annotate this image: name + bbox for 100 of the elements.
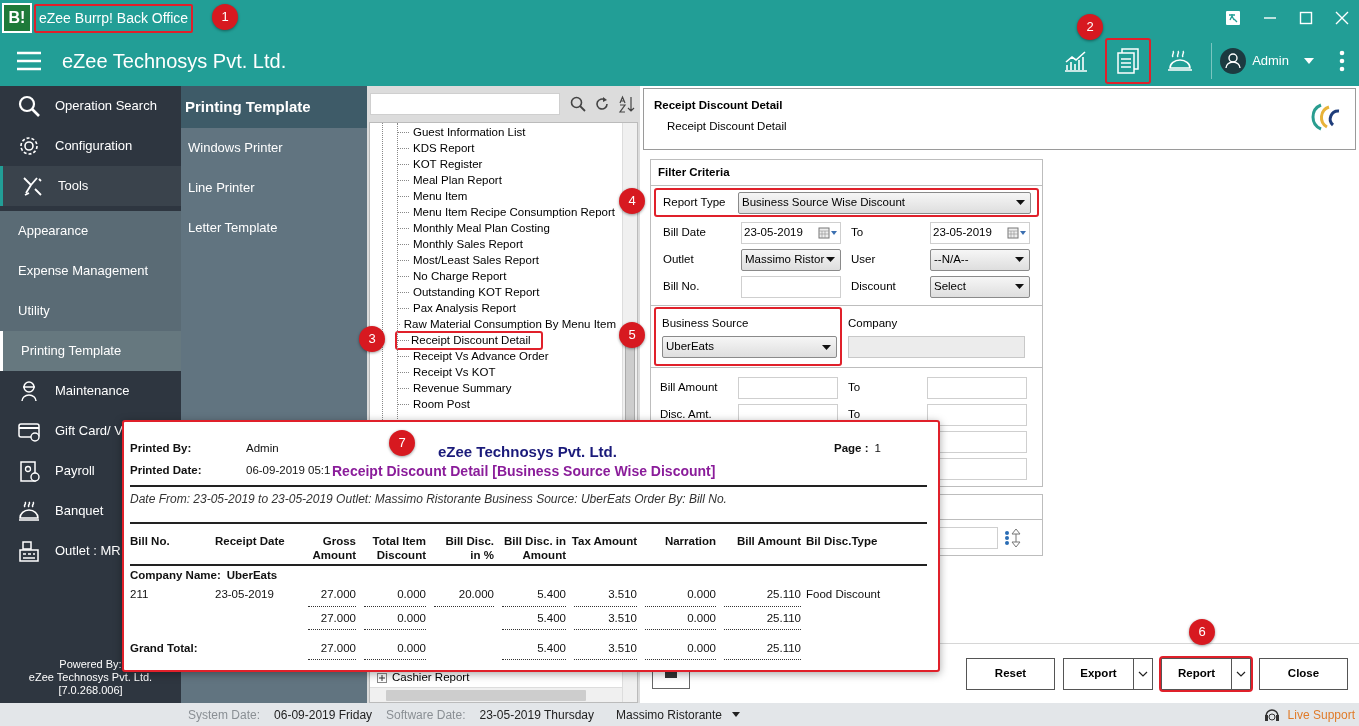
chevron-down-icon	[1138, 670, 1148, 677]
id-card-icon	[18, 460, 40, 482]
sort-icon[interactable]	[618, 95, 636, 113]
outlet-selector[interactable]: Massimo Ristorante	[616, 705, 741, 724]
report-company: eZee Technosys Pvt. Ltd.	[438, 442, 617, 462]
caret-icon	[826, 257, 835, 262]
reorder-icon[interactable]	[1004, 526, 1022, 549]
caret-icon	[1016, 200, 1025, 205]
refresh-icon[interactable]	[594, 96, 610, 112]
report-cell: 25.110	[724, 639, 801, 660]
submenu-item[interactable]: Windows Printer	[181, 128, 367, 168]
calendar-icon	[1007, 226, 1027, 239]
business-source-dropdown[interactable]: UberEats	[662, 336, 837, 358]
footer-text: [7.0.268.006]	[58, 684, 123, 697]
report-cell: 0.000	[364, 639, 426, 660]
caret-icon	[1015, 257, 1024, 262]
report-value: Admin	[246, 441, 279, 456]
dropdown[interactable]: Massimo Ristor	[741, 248, 841, 271]
action-button[interactable]: Close	[1259, 657, 1348, 690]
column-header: Receipt Date	[215, 534, 286, 549]
status-label: System Date:	[188, 706, 261, 724]
submenu-item[interactable]: Line Printer	[181, 168, 367, 208]
input-field[interactable]	[927, 376, 1027, 399]
report-label: Printed Date:	[130, 463, 203, 478]
report-cell-text: 23-05-2019	[215, 587, 275, 603]
date-field[interactable]: 23-05-2019	[741, 221, 841, 244]
column-header: Bill No.	[130, 534, 171, 549]
input-field[interactable]	[738, 376, 838, 399]
report-type-dropdown[interactable]: Business Source Wise Discount	[738, 191, 1031, 214]
more-icon[interactable]	[1339, 50, 1345, 72]
submenu-item[interactable]: Letter Template	[181, 208, 367, 248]
report-heading: Receipt Discount Detail [Business Source Wise Discount]	[332, 462, 716, 481]
sidebar-item[interactable]: Operation Search	[0, 86, 181, 126]
status-value: 06-09-2019 Friday	[274, 706, 373, 724]
field-label: Company	[848, 316, 899, 331]
report-cell-text: 211	[130, 587, 150, 603]
sidebar-item[interactable]: Appearance	[0, 211, 181, 251]
chart-icon	[1063, 49, 1090, 73]
close-icon[interactable]	[1335, 11, 1349, 25]
input-field[interactable]	[741, 275, 841, 298]
caret-icon	[822, 344, 831, 350]
report-subtitle: Receipt Discount Detail	[666, 119, 787, 135]
column-header: Narration	[663, 534, 716, 549]
report-label: Page :	[834, 441, 869, 456]
report-cell: 0.000	[645, 639, 716, 660]
report-cell: 20.000	[434, 586, 494, 607]
document-icon	[1116, 48, 1141, 74]
tree-item[interactable]: Receipt Discount Detail	[395, 330, 543, 350]
status-value: 23-05-2019 Thursday	[479, 706, 594, 724]
cash-register-icon	[18, 540, 40, 562]
sidebar-item[interactable]: Tools	[0, 166, 181, 206]
report-cell: 0.000	[645, 609, 716, 630]
date-field[interactable]: 23-05-2019	[930, 221, 1030, 244]
report-label: Printed By:	[130, 441, 193, 456]
column-header: Bill Amount	[735, 534, 801, 549]
report-criteria: Date From: 23-05-2019 to 23-05-2019 Outlet: Massimo Ristorante Business Source: UberEats Order By: Bill No.	[130, 491, 728, 508]
sidebar-item[interactable]: Configuration	[0, 126, 181, 166]
tree-item[interactable]: Cashier Report	[390, 669, 470, 687]
report-cell: 27.000	[308, 586, 356, 607]
dropdown[interactable]: Select	[930, 275, 1030, 298]
submenu-title: Printing Template	[181, 86, 367, 128]
action-button[interactable]: Reset	[966, 657, 1055, 690]
field-label: To	[851, 224, 865, 240]
sidebar-item[interactable]: Maintenance	[0, 371, 181, 411]
field-label: To	[848, 379, 862, 395]
field-label: Discount	[851, 278, 897, 294]
maximize-icon[interactable]	[1299, 11, 1313, 25]
status-label: Software Date:	[386, 706, 466, 724]
column-header: Tax Amount	[570, 534, 637, 549]
horizontal-scrollbar[interactable]	[370, 687, 622, 702]
report-value: 06-09-2019 05:1	[246, 463, 331, 478]
caret-icon	[1303, 57, 1315, 65]
field-label: Business Source	[662, 316, 750, 331]
toolbar-button[interactable]	[1105, 38, 1152, 84]
column-header: Bill Disc. in %	[444, 534, 494, 562]
report-cell: 0.000	[645, 586, 716, 607]
report-cell: 5.400	[502, 586, 566, 607]
report-value: 1	[874, 441, 881, 456]
worker-icon	[18, 380, 40, 402]
sidebar-item[interactable]: Utility	[0, 291, 181, 331]
sidebar-item[interactable]: Expense Management	[0, 251, 181, 291]
column-header: Total Item Discount	[371, 534, 426, 562]
field-label: Bill Amount	[660, 379, 719, 395]
dropdown[interactable]: --N/A--	[930, 248, 1030, 271]
menu-icon[interactable]	[16, 51, 42, 71]
field-label: User	[851, 251, 877, 267]
translate-icon[interactable]	[1225, 10, 1241, 26]
report-cell-text: Food Discount	[805, 587, 882, 603]
tools-icon	[21, 175, 43, 197]
footer-text: Powered By:	[59, 658, 122, 671]
input-field[interactable]	[927, 403, 1027, 426]
search-icon	[18, 95, 40, 117]
cloche-icon	[18, 500, 40, 522]
gear-icon	[18, 135, 40, 157]
calendar-icon	[818, 226, 838, 239]
search-icon[interactable]	[570, 96, 586, 112]
expand-icon[interactable]	[377, 673, 387, 683]
sidebar-item[interactable]: Printing Template	[0, 331, 181, 371]
card-icon	[18, 420, 40, 442]
search-field[interactable]	[370, 93, 560, 115]
